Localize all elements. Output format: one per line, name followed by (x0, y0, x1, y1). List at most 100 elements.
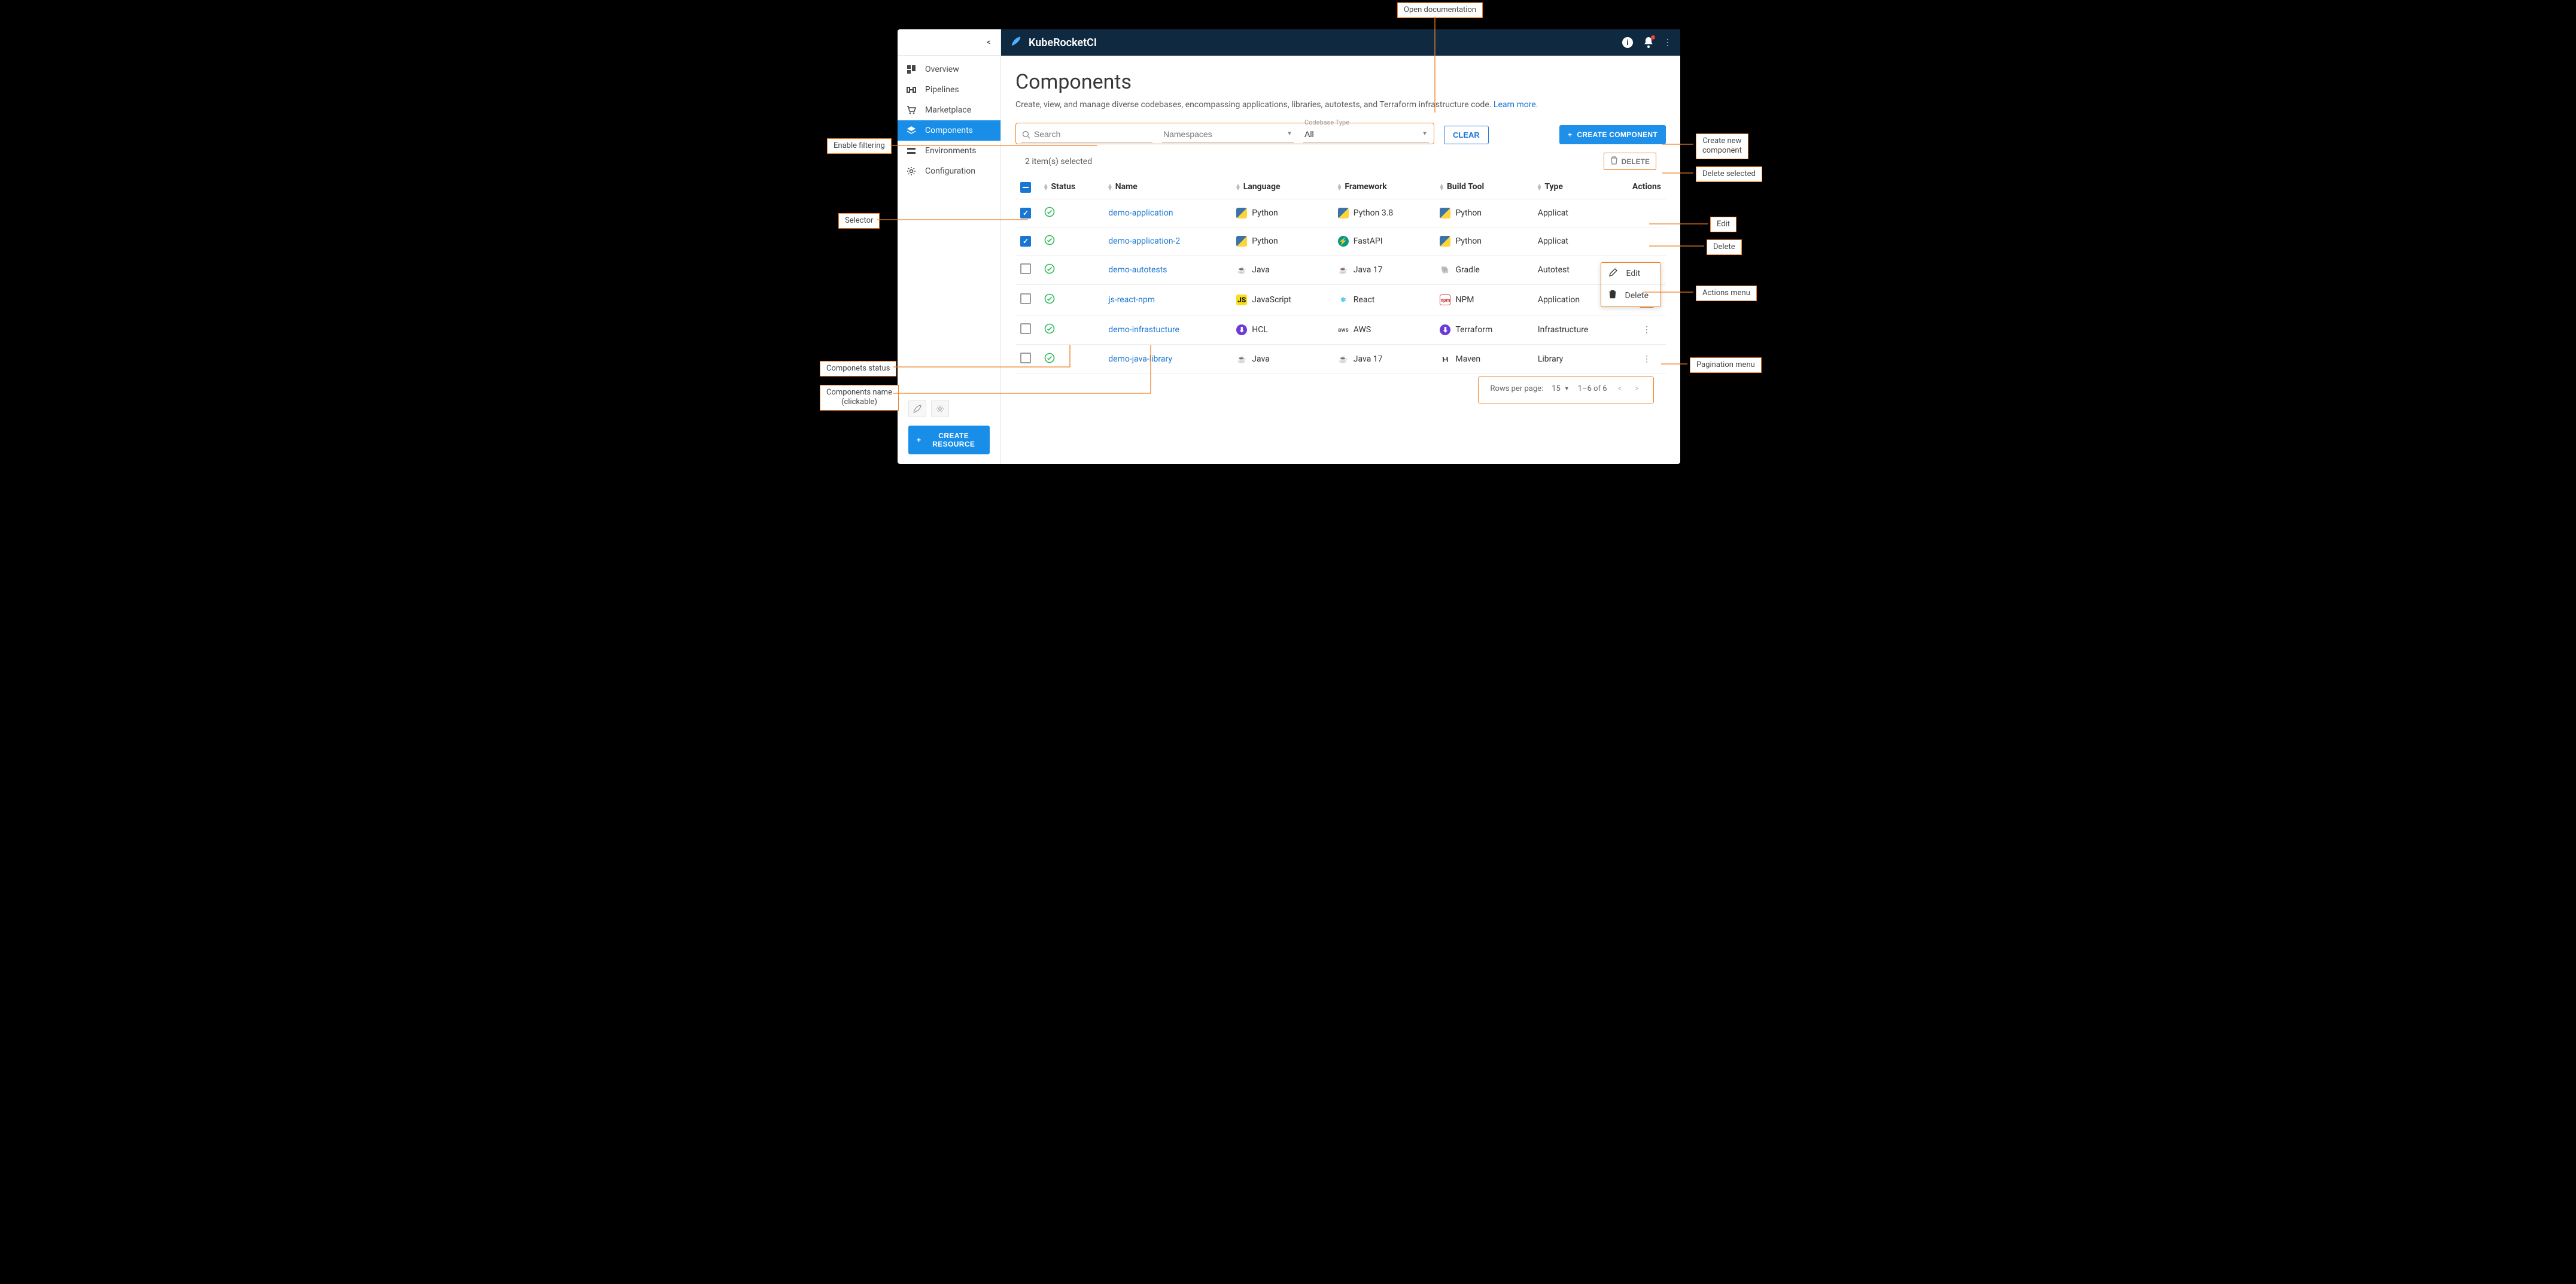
component-name-link[interactable]: demo-application-2 (1108, 236, 1180, 246)
sort-icon[interactable]: ▴▾ (1440, 184, 1443, 190)
status-ok-icon (1044, 210, 1055, 220)
language-cell: ☕Java (1236, 265, 1328, 275)
pagination-prev[interactable]: < (1616, 384, 1625, 393)
cart-icon (906, 105, 917, 116)
sort-icon[interactable]: ▴▾ (1538, 184, 1541, 190)
row-actions-button[interactable]: ⋮ (1640, 323, 1653, 337)
row-checkbox[interactable] (1020, 293, 1031, 304)
row-checkbox[interactable] (1020, 323, 1031, 334)
trash-icon (1610, 156, 1618, 166)
sidebar-item-components[interactable]: Components (898, 120, 1000, 141)
create-resource-button[interactable]: + CREATE RESOURCE (908, 426, 990, 454)
row-actions-button[interactable]: ⋮ (1640, 352, 1653, 366)
table-row: demo-infrastucture⬇HCLawsAWS⬇TerraformIn… (1015, 315, 1666, 345)
col-framework: Framework (1345, 182, 1386, 192)
clear-button[interactable]: CLEAR (1444, 126, 1489, 144)
sidebar-item-pipelines[interactable]: Pipelines (898, 80, 1000, 100)
component-name-link[interactable]: demo-java-library (1108, 354, 1172, 364)
brand-name: KubeRocketCI (1029, 37, 1097, 49)
callout-delete-selected: Delete selected (1696, 166, 1762, 182)
namespaces-field[interactable]: ▼ (1162, 127, 1294, 142)
notifications-icon[interactable] (1643, 37, 1654, 48)
row-checkbox[interactable] (1020, 236, 1031, 247)
sort-icon[interactable]: ▴▾ (1338, 184, 1342, 190)
sidebar-item-label: Pipelines (925, 85, 959, 95)
sort-icon[interactable]: ▴▾ (1108, 184, 1112, 190)
table-row: js-react-npmJSJavaScript⚛ReactnpmNPMAppl… (1015, 285, 1666, 315)
framework-cell: ⚛React (1338, 295, 1431, 305)
callout-components-status: Componets status (820, 361, 896, 377)
component-name-link[interactable]: demo-infrastucture (1108, 325, 1179, 335)
delete-selected-button[interactable]: DELETE (1604, 153, 1656, 170)
sidebar-header: < (898, 29, 1000, 56)
feather-button[interactable] (908, 400, 926, 417)
sort-icon[interactable]: ▴▾ (1236, 184, 1240, 190)
codebase-type-select[interactable] (1303, 127, 1429, 142)
environments-icon (906, 145, 917, 156)
context-menu-edit[interactable]: Edit (1601, 263, 1660, 284)
col-actions: Actions (1632, 182, 1661, 192)
create-component-label: CREATE COMPONENT (1577, 130, 1657, 139)
selection-count: 2 item(s) selected (1025, 157, 1092, 166)
type-cell: Applicat (1533, 227, 1628, 256)
plus-icon: + (917, 436, 921, 444)
sidebar-item-overview[interactable]: Overview (898, 59, 1000, 80)
sidebar-item-label: Components (925, 126, 973, 135)
search-icon (1022, 130, 1030, 141)
callout-open-doc: Open documentation (1397, 2, 1483, 18)
col-language: Language (1243, 182, 1281, 192)
select-all-checkbox[interactable] (1020, 182, 1031, 193)
chevron-down-icon: ▼ (1564, 385, 1570, 392)
pagination-next[interactable]: > (1632, 384, 1641, 393)
collapse-icon[interactable]: < (987, 38, 991, 47)
sidebar-item-configuration[interactable]: Configuration (898, 161, 1000, 181)
framework-cell: ☕Java 17 (1338, 265, 1431, 275)
sidebar-item-label: Marketplace (925, 105, 971, 115)
brand-logo-icon (1009, 35, 1023, 51)
build-tool-cell: npmNPM (1440, 295, 1528, 305)
codebase-type-field[interactable]: Codebase Type ▼ (1303, 127, 1429, 142)
search-input[interactable] (1021, 127, 1152, 142)
create-component-button[interactable]: + CREATE COMPONENT (1559, 125, 1666, 144)
col-type: Type (1544, 182, 1563, 192)
component-name-link[interactable]: demo-autotests (1108, 265, 1167, 275)
sort-icon[interactable]: ▴▾ (1044, 184, 1048, 190)
component-name-link[interactable]: demo-application (1108, 208, 1173, 218)
type-cell: Infrastructure (1533, 315, 1628, 345)
page-title: Components (1015, 70, 1666, 94)
sidebar: < Overview Pipelines Marketplace Compon (898, 29, 1001, 464)
component-name-link[interactable]: js-react-npm (1108, 295, 1155, 305)
row-checkbox[interactable] (1020, 263, 1031, 274)
filter-row: ▼ Codebase Type ▼ CLEAR + CREATE COMPONE… (1015, 123, 1666, 144)
callout-pagination-menu: Pagination menu (1690, 357, 1762, 373)
rows-per-page-select[interactable]: 15 ▼ (1552, 384, 1570, 393)
subtitle-text: Create, view, and manage diverse codebas… (1015, 100, 1491, 110)
status-ok-icon (1044, 327, 1055, 336)
namespaces-select[interactable] (1162, 127, 1294, 142)
framework-cell: ☕Java 17 (1338, 354, 1431, 365)
sidebar-item-marketplace[interactable]: Marketplace (898, 100, 1000, 120)
row-checkbox[interactable] (1020, 353, 1031, 363)
settings-button[interactable] (931, 400, 949, 417)
search-field (1021, 127, 1152, 142)
callout-actions-menu: Actions menu (1696, 286, 1757, 301)
sidebar-item-label: Configuration (925, 166, 975, 176)
filter-group: ▼ Codebase Type ▼ (1015, 123, 1434, 144)
page-subtitle: Create, view, and manage diverse codebas… (1015, 100, 1666, 110)
learn-more-link[interactable]: Learn more. (1494, 100, 1538, 110)
pagination: Rows per page: 15 ▼ 1–6 of 6 < > (1478, 377, 1654, 403)
pipelines-icon (906, 84, 917, 95)
sidebar-item-environments[interactable]: Environments (898, 141, 1000, 161)
context-menu-delete[interactable]: Delete (1601, 284, 1660, 306)
row-checkbox[interactable] (1020, 208, 1031, 218)
framework-cell: awsAWS (1338, 324, 1431, 335)
create-resource-label: CREATE RESOURCE (926, 432, 981, 448)
language-cell: JSJavaScript (1236, 295, 1328, 305)
status-ok-icon (1044, 356, 1055, 366)
context-edit-label: Edit (1626, 269, 1641, 278)
delete-selected-label: DELETE (1622, 157, 1650, 166)
callout-create-new-component: Create new component (1696, 133, 1748, 159)
callout-edit: Edit (1710, 217, 1736, 232)
more-icon[interactable]: ⋮ (1663, 38, 1672, 47)
info-icon[interactable]: i (1622, 37, 1634, 48)
